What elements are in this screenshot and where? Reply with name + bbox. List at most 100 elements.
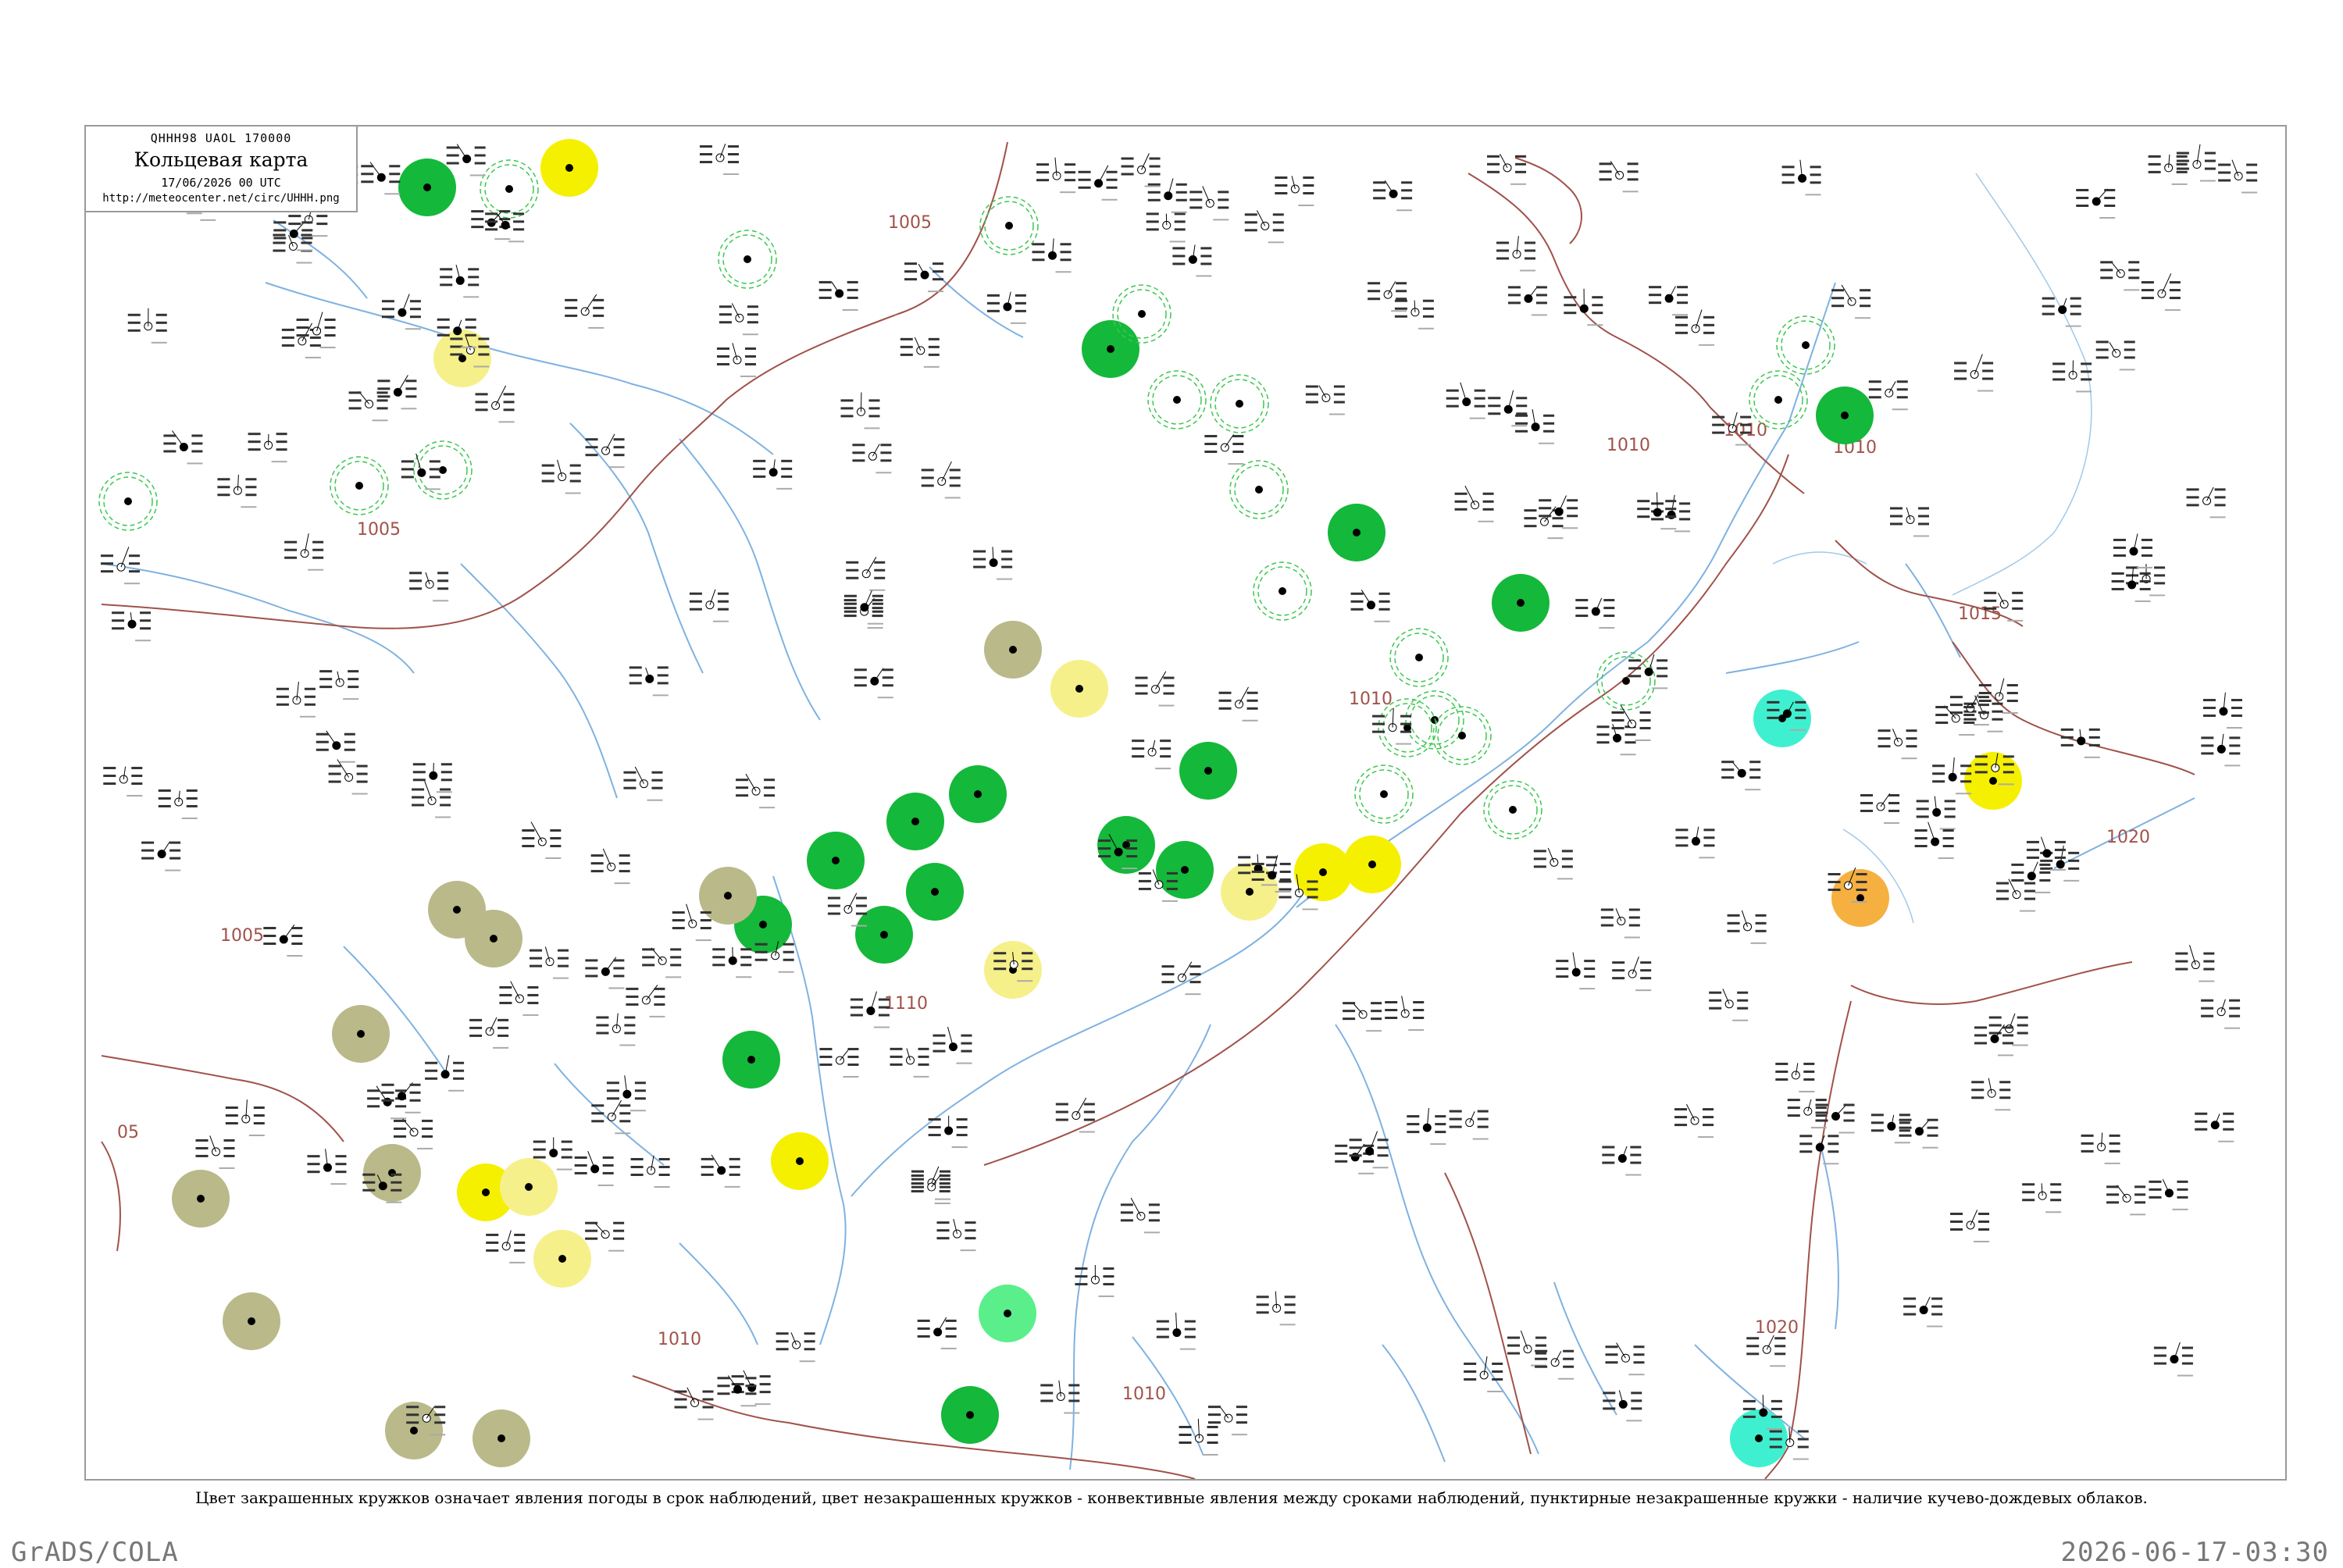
obs-value-mark [1584, 975, 1595, 978]
obs-value-mark [410, 1084, 421, 1086]
station-symbol [1645, 668, 1653, 675]
obs-value-mark [1122, 158, 1134, 160]
obs-value-mark [297, 319, 309, 321]
obs-value-mark [1280, 878, 1291, 881]
obs-value-mark [1567, 499, 1578, 501]
obs-value-mark [1665, 508, 1676, 510]
obs-value-mark [112, 619, 124, 622]
obs-value-mark [1675, 324, 1688, 326]
obs-value-mark [1285, 1295, 1296, 1298]
obs-value-mark [542, 480, 555, 483]
obs-value-mark [336, 1163, 347, 1165]
obs-value-mark [1843, 1104, 1854, 1107]
obs-value-mark [1161, 981, 1174, 983]
obs-value-mark [1236, 1413, 1247, 1416]
obs-value-mark [527, 1002, 538, 1004]
obs-value-mark [1637, 508, 1649, 510]
obs-value-mark [1098, 855, 1111, 857]
obs-value-mark [530, 950, 542, 952]
wind-barb [1521, 1331, 1528, 1349]
obs-value-mark [745, 363, 756, 365]
obs-value-mark [1860, 305, 1870, 307]
obs-value-mark [1368, 282, 1380, 284]
obs-value-mark [284, 541, 297, 543]
obs-value-mark [1943, 845, 1954, 847]
isobar-loop-north [1515, 158, 1582, 244]
obs-value-mark [1135, 693, 1147, 695]
obs-value-mark [700, 145, 712, 148]
obs-value-mark [1860, 297, 1870, 299]
obs-value-mark [169, 842, 180, 844]
wind-barb [1353, 1003, 1363, 1014]
obs-value-mark [2201, 1007, 2213, 1010]
obs-value-mark [2218, 172, 2231, 174]
station-dot [1004, 1310, 1011, 1317]
obs-value-mark [1266, 856, 1277, 858]
obs-value-mark [736, 794, 748, 796]
obs-value-mark [747, 313, 758, 315]
obs-value-mark [1631, 1399, 1642, 1402]
obs-value-mark [1372, 723, 1385, 725]
station-plot [1612, 957, 1651, 991]
obs-value-mark [1810, 166, 1821, 168]
obs-value-mark [1068, 1392, 1079, 1394]
obs-value-mark [1079, 187, 1091, 189]
obs-value-mark [319, 670, 332, 672]
wind-barb [1920, 1120, 1929, 1131]
station-id-mark [1228, 463, 1243, 465]
obs-value-mark [1810, 173, 1821, 176]
obs-value-mark [1273, 229, 1284, 231]
obs-value-mark [804, 1340, 815, 1342]
obs-value-mark [1487, 163, 1500, 166]
source-url[interactable]: http://meteocenter.net/circ/UHHH.png [86, 192, 356, 205]
obs-value-mark [308, 1155, 320, 1157]
obs-value-mark [851, 999, 863, 1001]
obs-value-mark [585, 967, 597, 969]
station-plot [1121, 1198, 1160, 1233]
station-plot [2195, 1113, 2234, 1142]
obs-value-mark [412, 804, 424, 806]
station-id-mark [2200, 180, 2216, 182]
obs-value-mark [1157, 1336, 1169, 1338]
station-plot [1132, 739, 1171, 769]
obs-value-mark [701, 919, 711, 921]
obs-value-mark [1167, 872, 1178, 875]
obs-value-mark [933, 278, 943, 280]
obs-value-mark [911, 1171, 924, 1173]
wind-barb [635, 767, 644, 784]
station-dot [1774, 396, 1782, 404]
obs-value-mark [465, 334, 476, 337]
obs-value-mark [440, 796, 451, 798]
station-id-mark [1902, 757, 1917, 759]
obs-value-mark [819, 1064, 832, 1066]
obs-value-mark [614, 446, 625, 448]
station-plot [2022, 1183, 2061, 1213]
obs-value-mark [728, 161, 739, 163]
obs-value-mark [471, 226, 483, 228]
station-id-mark [187, 462, 202, 464]
station-id-mark [1430, 1143, 1446, 1145]
obs-value-mark [440, 804, 451, 806]
station-dot [832, 857, 840, 864]
station-symbol [558, 473, 566, 481]
obs-value-mark [2113, 554, 2126, 557]
obs-value-mark [1932, 764, 1945, 767]
obs-value-mark [1285, 1311, 1296, 1313]
obs-value-mark [276, 448, 287, 451]
station-plot [854, 668, 893, 699]
obs-value-mark [2011, 864, 2024, 866]
obs-value-mark [1931, 1306, 1942, 1308]
obs-value-mark [1185, 1320, 1196, 1323]
obs-value-mark [1856, 889, 1867, 891]
obs-value-mark [591, 854, 604, 857]
station-id-mark [952, 1146, 968, 1148]
obs-value-mark [156, 322, 167, 324]
station-plot [1649, 286, 1688, 315]
obs-value-mark [1385, 1017, 1397, 1019]
obs-value-mark [703, 1399, 714, 1401]
obs-value-mark [851, 1014, 863, 1017]
obs-value-mark [659, 1166, 670, 1168]
station-id-mark [1418, 328, 1434, 330]
station-plot [690, 590, 729, 622]
obs-value-mark [1612, 727, 1624, 729]
